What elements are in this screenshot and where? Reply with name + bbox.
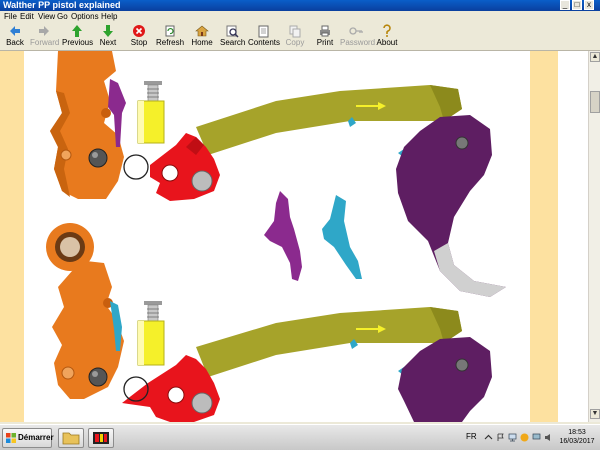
contents-button[interactable]: Contents: [248, 24, 281, 50]
left-margin-band: [0, 51, 24, 422]
scroll-thumb[interactable]: [590, 91, 600, 113]
refresh-button[interactable]: Refresh: [156, 24, 184, 50]
about-button[interactable]: About: [376, 24, 398, 50]
right-margin-band: [530, 51, 558, 422]
refresh-icon: [165, 25, 175, 37]
content-pane: [0, 51, 588, 422]
menu-file[interactable]: File: [4, 12, 17, 22]
password-label: Password: [340, 38, 376, 47]
search-button[interactable]: Search: [220, 24, 246, 50]
about-icon: [383, 24, 391, 37]
next-button[interactable]: Next: [96, 24, 120, 50]
back-button[interactable]: Back: [3, 24, 27, 50]
stop-button[interactable]: Stop: [128, 24, 150, 50]
window-title: Walther PP pistol explained: [3, 0, 121, 10]
menu-view[interactable]: View: [38, 12, 55, 22]
folder-icon: [62, 432, 80, 445]
contents-label: Contents: [248, 38, 281, 47]
forward-button[interactable]: Forward: [30, 24, 60, 50]
next-label: Next: [99, 38, 117, 47]
system-tray: FR 18:53 16/03/2017: [462, 428, 598, 448]
stop-icon: [133, 25, 145, 37]
back-arrow-icon: [10, 26, 20, 36]
down-arrow-icon: [103, 25, 113, 37]
menu-bar: File Edit View Go Options Help: [0, 11, 600, 23]
taskbar: Démarrer FR 18:53 16/03/2017: [0, 424, 600, 450]
print-label: Print: [316, 38, 334, 47]
vertical-scrollbar[interactable]: ▲ ▼: [588, 51, 600, 422]
maximize-button[interactable]: □: [572, 0, 582, 10]
chevron-up-icon[interactable]: [484, 433, 493, 442]
clock-date: 16/03/2017: [559, 438, 595, 445]
minimize-button[interactable]: _: [560, 0, 570, 10]
copy-label: Copy: [285, 38, 305, 47]
previous-label: Previous: [62, 38, 94, 47]
scroll-down-button[interactable]: ▼: [590, 409, 600, 419]
menu-go[interactable]: Go: [57, 12, 68, 22]
forward-arrow-icon: [39, 26, 49, 36]
refresh-label: Refresh: [156, 38, 185, 47]
clock[interactable]: 18:53 16/03/2017: [556, 428, 598, 446]
taskbar-help-app-button[interactable]: [88, 428, 114, 448]
language-indicator[interactable]: FR: [466, 432, 477, 441]
key-icon: [349, 27, 363, 35]
stop-label: Stop: [130, 38, 148, 47]
menu-options[interactable]: Options: [71, 12, 99, 22]
password-button[interactable]: Password: [340, 24, 376, 50]
action-center-flag-icon[interactable]: [496, 433, 505, 442]
copy-icon: [289, 25, 301, 38]
search-icon: [226, 25, 239, 38]
back-label: Back: [6, 38, 24, 47]
close-button[interactable]: x: [584, 0, 594, 10]
print-button[interactable]: Print: [314, 24, 336, 50]
network-icon[interactable]: [508, 433, 517, 442]
copy-button[interactable]: Copy: [284, 24, 306, 50]
print-icon: [320, 25, 330, 37]
scroll-up-button[interactable]: ▲: [590, 52, 600, 62]
home-button[interactable]: Home: [190, 24, 214, 50]
updates-icon[interactable]: [520, 433, 529, 442]
taskbar-explorer-button[interactable]: [58, 428, 84, 448]
start-button[interactable]: Démarrer: [2, 428, 54, 448]
forward-label: Forward: [30, 38, 60, 47]
toolbar: Back Forward Previous Next Stop Refresh …: [0, 23, 600, 51]
up-arrow-icon: [72, 25, 82, 37]
help-window: Walther PP pistol explained _ □ x File E…: [0, 0, 600, 424]
clock-time: 18:53: [568, 429, 586, 436]
search-label: Search: [220, 38, 246, 47]
contents-icon: [258, 25, 269, 38]
home-label: Home: [191, 38, 213, 47]
title-bar[interactable]: Walther PP pistol explained _ □ x: [0, 0, 600, 11]
help-app-icon: [93, 432, 109, 444]
previous-button[interactable]: Previous: [62, 24, 94, 50]
volume-icon[interactable]: [544, 433, 553, 442]
windows-flag-icon: [6, 433, 16, 443]
menu-help[interactable]: Help: [101, 12, 117, 22]
monitor-icon[interactable]: [532, 433, 541, 442]
menu-edit[interactable]: Edit: [20, 12, 34, 22]
pistol-mechanism-diagram: [0, 51, 588, 422]
about-label: About: [376, 38, 398, 47]
home-icon: [195, 25, 209, 37]
start-label: Démarrer: [18, 433, 54, 442]
